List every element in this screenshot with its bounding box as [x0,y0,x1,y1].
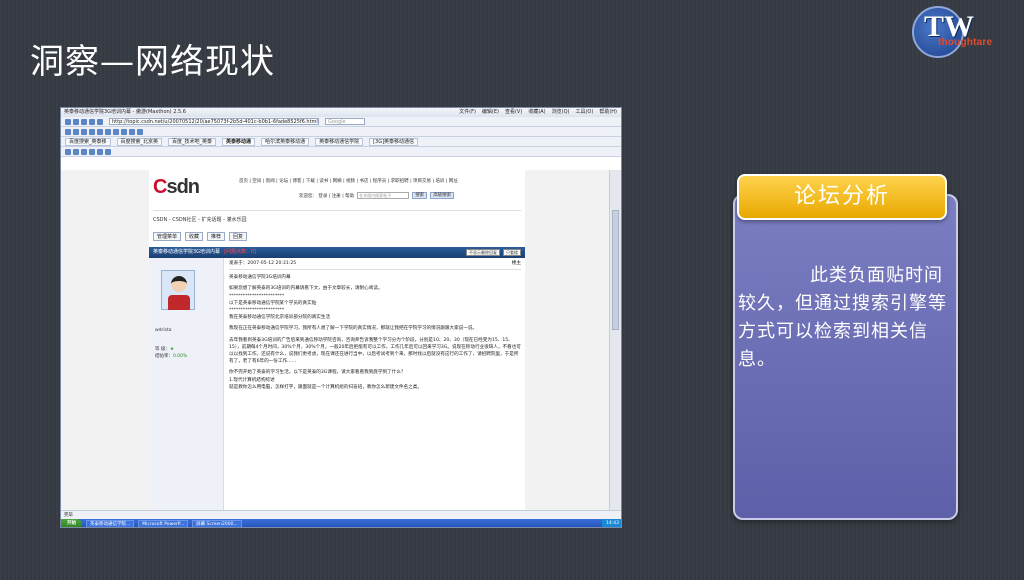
thread-actions: 管理菜单 收藏 推荐 回复 [153,232,248,241]
start-button[interactable]: 开始 [61,519,82,527]
breadcrumb[interactable]: CSDN - CSDN社区 - 扩充话题 - 灌水乐园 [153,216,246,223]
bookmarks-toolbar [61,127,621,137]
thread-title-bar: 英泰移动通信学院3G培训内幕 [问题点数：0] 不显示删除回复 只看楼 [149,247,525,258]
post-line: ************************ [229,293,285,299]
csdn-page: Csdn 首页 | 空间 | 新闻 | 论坛 | 博客 | 下载 | 读书 | … [149,170,525,510]
scrollbar-thumb[interactable] [612,210,619,330]
reply-button[interactable]: 回复 [229,232,248,241]
menu-item[interactable]: 文件(F) [459,108,476,117]
menu-item[interactable]: 浏览(Q) [552,108,570,117]
post-line: 如果您想了解英泰的3G培训的内幕请看下文，由于文章较长，请耐心阅读。 [229,286,383,292]
user-pane: wdrista 等 级：★ 结帖率：0.00% [149,258,224,510]
post-line: 我在英泰移动通信学院北京培训部分院的真实生活 [229,315,331,321]
post-line: ************************ [229,308,285,314]
taskbar-item[interactable]: Microsoft PowerP... [138,520,189,527]
browser-statusbar: 完毕 [61,510,621,519]
analysis-card-body: 此类负面贴时间较久，但通过搜索引擎等方式可以检索到相关信息。 [738,265,947,370]
recommend-button[interactable]: 推荐 [207,232,226,241]
web-page: Csdn 首页 | 空间 | 新闻 | 论坛 | 博客 | 下载 | 读书 | … [61,170,611,510]
user-level: 等 级：★ 结帖率：0.00% [155,347,188,359]
post-heading: 英泰移动通信学院3G培训内幕 [229,275,291,281]
post-line: 我现在正在英泰移动通信学院学习，我所有人想了解一下学院的真实情况，那就让我把在学… [229,326,478,332]
bookmark-icons[interactable] [65,128,143,135]
thread-title: 英泰移动通信学院3G培训内幕 [153,249,221,255]
post-line: 你不完开始了英泰的学习生活，以下是英泰的3G课程，请大家看看我到底学到了什么？ [229,370,406,376]
thread-points: [问题点数：0] [224,249,257,255]
address-toolbar: http://topic.csdn.net/u/20070512/20/ae75… [61,117,621,127]
google-search-input[interactable]: Google [325,118,365,125]
browser-tab[interactable]: 百度搜索_北京英 [116,137,163,146]
username[interactable]: wdrista [155,328,172,333]
windows-taskbar: 开始 英泰移动通信学院... Microsoft PowerP... 屏幕 Sc… [61,519,621,527]
system-clock: 14:43 [602,519,621,527]
menu-item[interactable]: 收藏(A) [528,108,545,117]
window-title: 英泰移动通信学院3G培训内幕 - 傲游(Maxthon) 2.5.6 [64,109,186,115]
only-op-button[interactable]: 只看楼 [503,249,521,256]
logo-wordmark: thoughtare [938,37,993,48]
manage-menu-button[interactable]: 管理菜单 [153,232,182,241]
welcome-text[interactable]: 欢迎您： 登录 | 注册 | 帮助 [299,193,354,199]
menu-item[interactable]: 查看(V) [505,108,522,117]
favorite-button[interactable]: 收藏 [185,232,204,241]
sub-toolbar-icons[interactable] [65,148,111,155]
tab-bar: 百度搜索_英泰移 百度搜索_北京英 百度_技术吧_英泰 英泰移动通 哈尔滨英泰移… [61,137,621,147]
browser-tab[interactable]: 百度搜索_英泰移 [65,137,111,146]
browser-tab-active[interactable]: 英泰移动通 [222,137,256,146]
browser-tab[interactable]: 英泰移动通信学院 [315,137,364,146]
page-scrollbar[interactable] [609,170,621,510]
status-text: 完毕 [64,513,73,518]
menu-bar: 文件(F) 编辑(E) 查看(V) 收藏(A) 浏览(Q) 工具(O) 帮助(H… [459,108,621,117]
csdn-advanced-search-button[interactable]: 高级搜索 [430,192,455,199]
avatar [161,270,195,310]
browser-tab[interactable]: 百度_技术吧_英泰 [168,137,217,146]
taskbar-item[interactable]: 屏幕 Screen2000... [192,520,242,527]
csdn-logo: Csdn [153,176,200,198]
address-bar[interactable]: http://topic.csdn.net/u/20070512/20/ae75… [109,118,319,125]
company-logo: TW thoughtare [912,6,1018,62]
post-body: 发表于：2007-05-12 20:31:25 楼主 英泰移动通信学院3G培训内幕… [229,258,521,510]
nav-buttons[interactable] [65,118,103,125]
csdn-top-nav[interactable]: 首页 | 空间 | 新闻 | 论坛 | 博客 | 下载 | 读书 | 网摘 | … [239,178,458,184]
sub-toolbar [61,147,621,157]
csdn-search-button[interactable]: 搜索 [412,192,428,199]
browser-screenshot: 英泰移动通信学院3G培训内幕 - 傲游(Maxthon) 2.5.6 文件(F)… [60,107,622,528]
analysis-card-header: 论坛分析 [737,174,947,220]
csdn-welcome-bar: 欢迎您： 登录 | 注册 | 帮助 在本版内搜索帖子 搜索 高级搜索 [299,192,455,199]
taskbar-item[interactable]: 英泰移动通信学院... [86,520,135,527]
post-meta: 发表于：2007-05-12 20:31:25 楼主 [229,258,521,271]
divider [153,210,521,211]
csdn-search-input[interactable]: 在本版内搜索帖子 [357,192,410,199]
post-line: 1.现代计算机结构综述 [229,377,275,383]
menu-item[interactable]: 编辑(E) [482,108,499,117]
browser-titlebar: 英泰移动通信学院3G培训内幕 - 傲游(Maxthon) 2.5.6 文件(F)… [61,108,621,117]
menu-item[interactable]: 帮助(H) [599,108,617,117]
slide-title: 洞察—网络现状 [30,42,275,82]
sort-select[interactable]: 不显示删除回复 [466,249,500,256]
post-line: 去年我看到英泰3G培训的广告后来到通信移动学院咨询，咨询师告诉我整个学习分为个阶… [229,337,521,365]
browser-tab[interactable]: 哈尔滨英泰移动通 [261,137,310,146]
post-line: 就是教你怎么用电脑，怎样打字，跟面就是一个计算机组的扫盲班，教你怎么新建文件名之… [229,384,422,390]
menu-item[interactable]: 工具(O) [575,108,593,117]
post-line: 以下是英泰移动通信学院某个学员的真实贴 [229,300,317,306]
browser-tab[interactable]: [3G]英泰移动通信 [369,137,419,146]
